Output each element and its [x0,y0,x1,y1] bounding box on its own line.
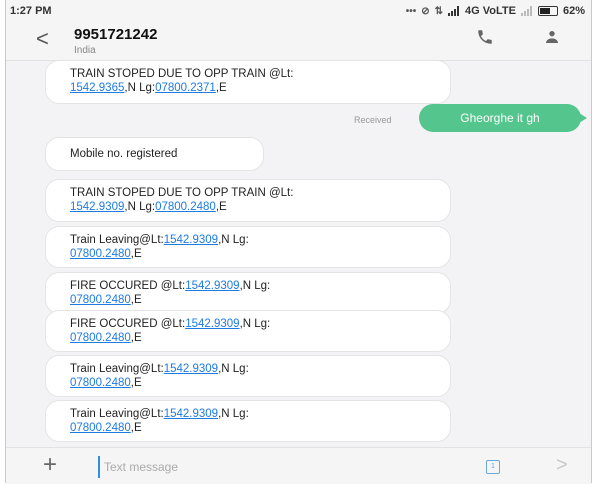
longitude-link[interactable]: 07800.2480 [70,377,131,389]
status-bar: 1:27 PM ••• ⊘ ⇅ 4G VoLTE 62% [6,0,591,24]
message-bubble[interactable]: Train Leaving@Lt:1542.9309,N Lg: 07800.2… [45,400,451,442]
latitude-link[interactable]: 1542.9309 [185,318,239,330]
battery-percent: 62% [562,5,585,17]
message-thread[interactable]: TRAIN STOPED DUE TO OPP TRAIN @Lt: 1542.… [6,60,591,445]
outgoing-message-bubble[interactable]: Gheorghe it gh [419,104,587,132]
message-bubble[interactable]: Train Leaving@Lt:1542.9309,N Lg: 07800.2… [45,226,451,268]
add-icon[interactable]: + [43,451,57,479]
message-bubble[interactable]: Mobile no. registered [45,137,264,171]
received-label: Received [354,115,392,125]
message-bubble[interactable]: FIRE OCCURED @Lt:1542.9309,N Lg: 07800.2… [45,272,451,314]
data-arrows-icon: ⇅ [434,5,444,17]
longitude-link[interactable]: 07800.2371 [155,82,216,94]
signal-icon [520,6,532,16]
latitude-link[interactable]: 1542.9309 [164,234,218,246]
latitude-link[interactable]: 1542.9309 [164,363,218,375]
conversation-header: < 9951721242 India [6,24,591,61]
message-input[interactable] [98,456,480,478]
more-dots-icon: ••• [405,5,417,17]
battery-icon [537,6,558,16]
contact-number: 9951721242 [74,26,158,43]
sim-icon[interactable]: 1 [486,460,500,474]
longitude-link[interactable]: 07800.2480 [70,422,131,434]
longitude-link[interactable]: 07800.2480 [70,332,131,344]
network-label: 4G VoLTE [465,5,516,17]
message-bubble[interactable]: Train Leaving@Lt:1542.9309,N Lg: 07800.2… [45,355,451,397]
latitude-link[interactable]: 1542.9309 [70,201,124,213]
call-icon[interactable] [476,28,494,46]
message-bubble[interactable]: TRAIN STOPED DUE TO OPP TRAIN @Lt: 1542.… [45,60,451,104]
latitude-link[interactable]: 1542.9309 [164,408,218,420]
contact-country: India [74,45,96,56]
message-bubble[interactable]: FIRE OCCURED @Lt:1542.9309,N Lg: 07800.2… [45,310,451,352]
latitude-link[interactable]: 1542.9309 [185,280,239,292]
no-sim-icon: ⊘ [421,5,430,17]
send-icon[interactable]: > [556,454,568,477]
signal-icon [448,6,460,16]
message-bubble[interactable]: TRAIN STOPED DUE TO OPP TRAIN @Lt: 1542.… [45,179,451,222]
message-composer: + 1 > [6,447,591,484]
longitude-link[interactable]: 07800.2480 [70,248,131,260]
longitude-link[interactable]: 07800.2480 [70,294,131,306]
phone-screen: 1:27 PM ••• ⊘ ⇅ 4G VoLTE 62% < 995172124… [5,0,592,484]
contact-icon[interactable] [544,29,560,45]
status-icons: ••• ⊘ ⇅ 4G VoLTE 62% [406,5,585,17]
longitude-link[interactable]: 07800.2480 [155,201,216,213]
back-icon[interactable]: < [36,26,49,52]
latitude-link[interactable]: 1542.9365 [70,82,124,94]
status-time: 1:27 PM [10,5,52,17]
